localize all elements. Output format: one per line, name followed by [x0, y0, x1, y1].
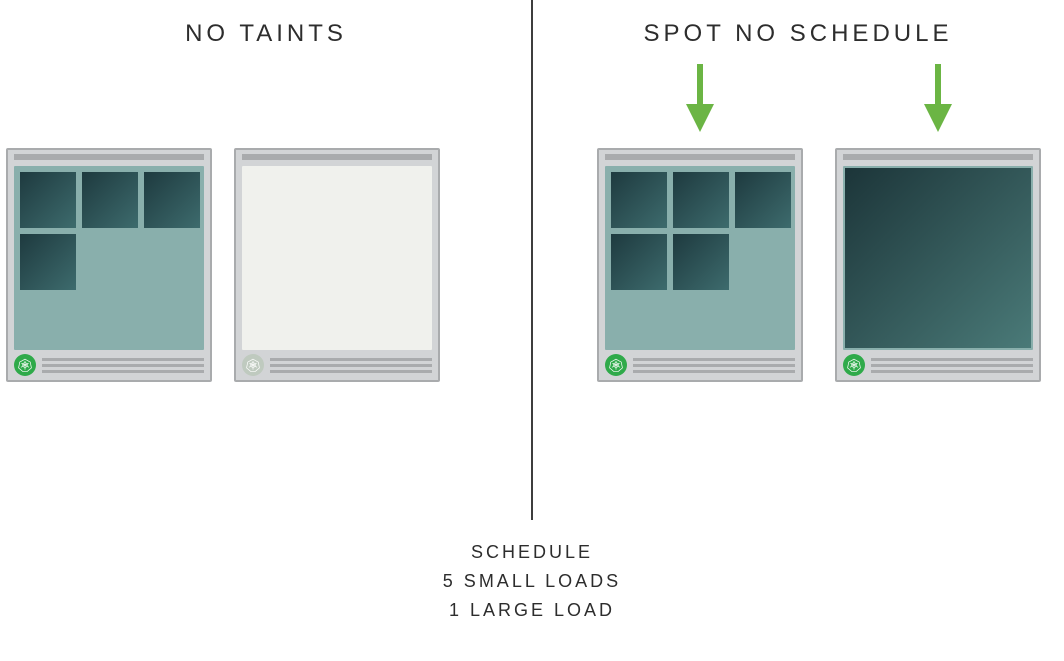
pod	[673, 234, 729, 290]
node-topbar	[242, 154, 432, 160]
node-content	[605, 166, 795, 350]
node-footer	[843, 354, 1033, 376]
header-right: SPOT NO SCHEDULE	[532, 20, 1064, 48]
arrow-down-icon	[918, 64, 958, 134]
footer-lines	[270, 358, 432, 373]
pod	[20, 234, 76, 290]
arrow-down-icon	[680, 64, 720, 134]
footer-lines	[871, 358, 1033, 373]
node-right-a	[597, 148, 803, 382]
node-content	[242, 166, 432, 350]
node-content	[843, 166, 1033, 350]
node-content	[14, 166, 204, 350]
node-topbar	[843, 154, 1033, 160]
pod	[735, 172, 791, 228]
pod-large	[845, 168, 1031, 348]
pod	[20, 172, 76, 228]
kubernetes-icon	[14, 354, 36, 376]
node-left-a	[6, 148, 212, 382]
pod	[611, 234, 667, 290]
pod	[144, 172, 200, 228]
node-topbar	[14, 154, 204, 160]
node-footer	[605, 354, 795, 376]
kubernetes-icon	[843, 354, 865, 376]
pod	[611, 172, 667, 228]
pod	[82, 172, 138, 228]
caption-line-2: 5 SMALL LOADS	[0, 567, 1064, 596]
footer-lines	[633, 358, 795, 373]
kubernetes-icon	[605, 354, 627, 376]
node-footer	[242, 354, 432, 376]
kubernetes-icon	[242, 354, 264, 376]
node-topbar	[605, 154, 795, 160]
header-left: NO TAINTS	[0, 20, 532, 48]
node-left-b	[234, 148, 440, 382]
node-footer	[14, 354, 204, 376]
caption-line-3: 1 LARGE LOAD	[0, 596, 1064, 625]
footer-lines	[42, 358, 204, 373]
pod	[673, 172, 729, 228]
center-divider	[531, 0, 533, 520]
caption-line-1: SCHEDULE	[0, 538, 1064, 567]
caption: SCHEDULE 5 SMALL LOADS 1 LARGE LOAD	[0, 538, 1064, 624]
node-right-b	[835, 148, 1041, 382]
